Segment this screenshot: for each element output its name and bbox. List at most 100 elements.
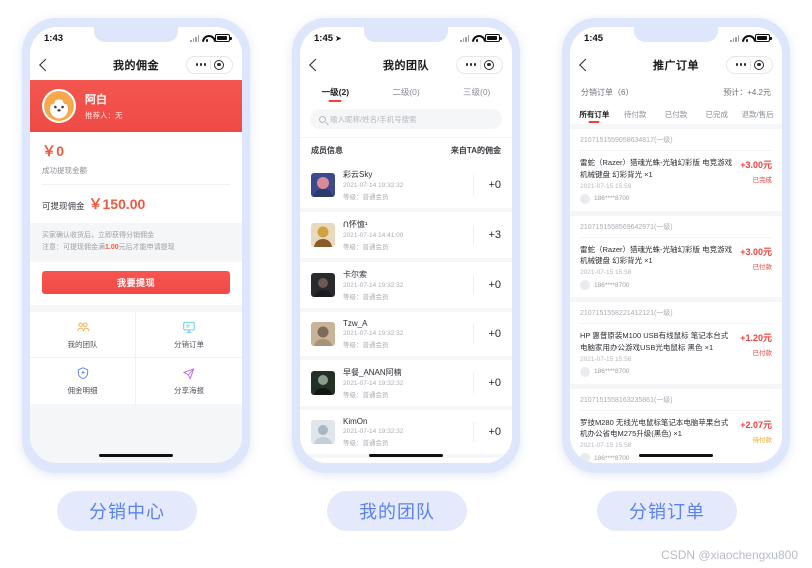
menu-item-commission-detail[interactable]: 佣金明细 xyxy=(30,358,136,405)
more-icon[interactable] xyxy=(732,63,751,66)
list-item[interactable]: Tzw_A 2021-07-14 19:32:32 等级：普通会员 +0 xyxy=(300,312,512,357)
menu-item-my-team[interactable]: 我的团队 xyxy=(30,312,136,359)
available-amount: ￥150.00 xyxy=(88,196,146,212)
wifi-icon xyxy=(742,34,752,43)
wechat-capsule[interactable] xyxy=(455,55,503,74)
order-title: 雷蛇（Razer）猎魂光蛛-光轴幻彩版 电竞游戏机械键盘 幻彩背光 ×1 xyxy=(580,244,733,266)
status-time: 1:43 xyxy=(44,32,64,44)
member-commission: +0 xyxy=(488,179,501,192)
back-icon[interactable] xyxy=(579,58,592,71)
caption-distribution-center: 分销中心 xyxy=(57,491,197,531)
watermark: CSDN @xiaochengxu800 xyxy=(661,548,798,562)
status-badge: 已付款 xyxy=(752,350,773,358)
quick-menu-grid: 我的团队 分销订单 佣金明细 分享海报 xyxy=(30,312,242,405)
order-title: HP 惠普原装M100 USB有线鼠标 笔记本台式电脑家用办公游戏USB光电鼠标… xyxy=(580,331,729,352)
screen-my-team: 1:45 ➤ 我的团队 一级(2) 二级(0) 三级(0) 输入昵称/姓名/手机… xyxy=(300,27,512,463)
team-icon xyxy=(76,322,89,331)
screen-promotion-orders: 1:45 推广订单 分销订单（6） 预计：+4.2元 所有订单 待付款 已付款 … xyxy=(570,27,782,463)
member-name: 彩云Sky xyxy=(343,170,373,180)
order-id: 2107151558163235861(一级) xyxy=(580,395,772,411)
order-commission: +3.00元 xyxy=(740,246,772,257)
list-item[interactable]: 卡尔索 2021-07-14 19:32:32 等级：普通会员 +0 xyxy=(300,262,512,309)
note-min-amount: 1.00 xyxy=(105,243,119,251)
wifi-icon xyxy=(202,34,212,43)
order-id: 2107151558569642971(一级) xyxy=(580,222,772,238)
order-commission: +2.07元 xyxy=(740,419,772,430)
withdrawn-block: ￥0 成功提现金额 xyxy=(30,132,242,184)
capsule-divider xyxy=(480,59,481,70)
order-date: 2021-07-15 15:59 xyxy=(580,182,632,190)
close-target-icon[interactable] xyxy=(484,59,494,70)
search-box[interactable]: 输入昵称/姓名/手机号搜索 xyxy=(310,109,502,130)
member-level: 等级：普通会员 xyxy=(343,392,389,400)
more-icon[interactable] xyxy=(192,63,211,66)
search-input[interactable]: 输入昵称/姓名/手机号搜索 xyxy=(330,114,417,125)
list-item[interactable]: 海上生明月古 2021-07-14 19:32:32 等级：普通会员 +0 xyxy=(300,458,512,463)
tab-level-3[interactable]: 三级(0) xyxy=(441,80,512,104)
status-badge: 已完成 xyxy=(752,177,773,185)
menu-label: 佣金明细 xyxy=(67,386,98,396)
home-indicator xyxy=(369,454,443,457)
close-target-icon[interactable] xyxy=(214,59,224,70)
caption-my-team: 我的团队 xyxy=(327,491,467,531)
row-divider xyxy=(473,324,475,345)
withdraw-button[interactable]: 我要提现 xyxy=(42,271,230,295)
list-item[interactable]: 早餐_ANAN阿楠 2021-07-14 19:32:32 等级：普通会员 +0 xyxy=(300,360,512,407)
member-name: Tzw_A xyxy=(343,319,368,329)
battery-icon xyxy=(755,34,772,42)
avatar xyxy=(311,420,335,445)
home-indicator xyxy=(99,454,173,457)
order-title: 罗技M280 无线光电鼠标笔记本电脑苹果台式机办公省电M275升级(黑色) ×1 xyxy=(580,417,729,439)
tab-completed[interactable]: 已完成 xyxy=(696,104,737,124)
tab-level-1[interactable]: 一级(2) xyxy=(300,80,371,104)
member-date: 2021-07-14 14:41:00 xyxy=(343,232,404,240)
member-list[interactable]: 彩云Sky 2021-07-14 19:32:32 等级：普通会员 +0 ᑎ怀憶… xyxy=(300,162,512,463)
back-icon[interactable] xyxy=(39,58,52,71)
wallet-icon xyxy=(77,367,88,380)
list-item[interactable]: 彩云Sky 2021-07-14 19:32:32 等级：普通会员 +0 xyxy=(300,162,512,209)
profile-name: 阿白 xyxy=(85,94,107,106)
tab-pending-payment[interactable]: 待付款 xyxy=(615,104,656,124)
list-item[interactable]: ᑎ怀憶¹ 2021-07-14 14:41:00 等级：普通会员 +3 xyxy=(300,212,512,259)
order-card[interactable]: 2107151558569642971(一级) 雷蛇（Razer）猎魂光蛛-光轴… xyxy=(570,215,782,298)
row-divider xyxy=(473,225,475,246)
search-icon xyxy=(319,115,326,123)
wifi-icon xyxy=(472,34,482,43)
menu-item-distribution-orders[interactable]: 分销订单 xyxy=(136,312,242,359)
share-icon xyxy=(183,368,195,380)
avatar xyxy=(311,322,335,347)
tab-refund-aftersale[interactable]: 退款/售后 xyxy=(737,104,778,124)
member-level: 等级：普通会员 xyxy=(343,244,389,252)
list-item[interactable]: KimOn 2021-07-14 19:32:32 等级：普通会员 +0 xyxy=(300,410,512,455)
avatar xyxy=(311,223,335,248)
avatar-dog-icon xyxy=(44,91,74,121)
tab-paid[interactable]: 已付款 xyxy=(656,104,697,124)
screenshot-stage: 1:43 我的佣金 阿白 推荐人：无 ￥0 成功提现金额 可提现佣金 ￥150.… xyxy=(0,0,812,568)
status-time: 1:45 xyxy=(584,32,604,44)
member-date: 2021-07-14 19:32:32 xyxy=(343,428,404,436)
phone-notch xyxy=(364,27,448,42)
phone-notch xyxy=(634,27,718,42)
order-commission: +1.20元 xyxy=(740,333,772,344)
status-badge: 待付款 xyxy=(752,436,773,444)
tab-level-2[interactable]: 二级(0) xyxy=(371,80,442,104)
close-target-icon[interactable] xyxy=(754,59,764,70)
order-card[interactable]: 2107151558163235861(一级) 罗技M280 无线光电鼠标笔记本… xyxy=(570,388,782,463)
member-commission: +0 xyxy=(488,377,501,390)
order-card[interactable]: 2107151559058634817(一级) 雷蛇（Razer）猎魂光蛛-光轴… xyxy=(570,129,782,211)
order-card[interactable]: 2107151558221412121(一级) HP 惠普原装M100 USB有… xyxy=(570,302,782,384)
order-date: 2021-07-15 15:58 xyxy=(580,269,632,277)
status-time: 1:45 xyxy=(314,32,334,44)
buyer-phone: 186****8700 xyxy=(594,281,630,289)
notes-block: 买家确认收货后，立即获得分销佣金 注意：可提现佣金满1.00元后才能申请提现 xyxy=(30,223,242,263)
menu-item-share-poster[interactable]: 分享海报 xyxy=(136,358,242,404)
more-icon[interactable] xyxy=(462,63,481,66)
wechat-capsule[interactable] xyxy=(725,55,773,74)
tab-all-orders[interactable]: 所有订单 xyxy=(574,104,615,124)
back-icon[interactable] xyxy=(309,58,322,71)
avatar xyxy=(311,273,335,298)
withdraw-button-wrap: 我要提现 xyxy=(30,262,242,306)
page-title: 推广订单 xyxy=(653,59,699,72)
wechat-capsule[interactable] xyxy=(185,55,233,74)
order-list[interactable]: 2107151559058634817(一级) 雷蛇（Razer）猎魂光蛛-光轴… xyxy=(570,124,782,463)
